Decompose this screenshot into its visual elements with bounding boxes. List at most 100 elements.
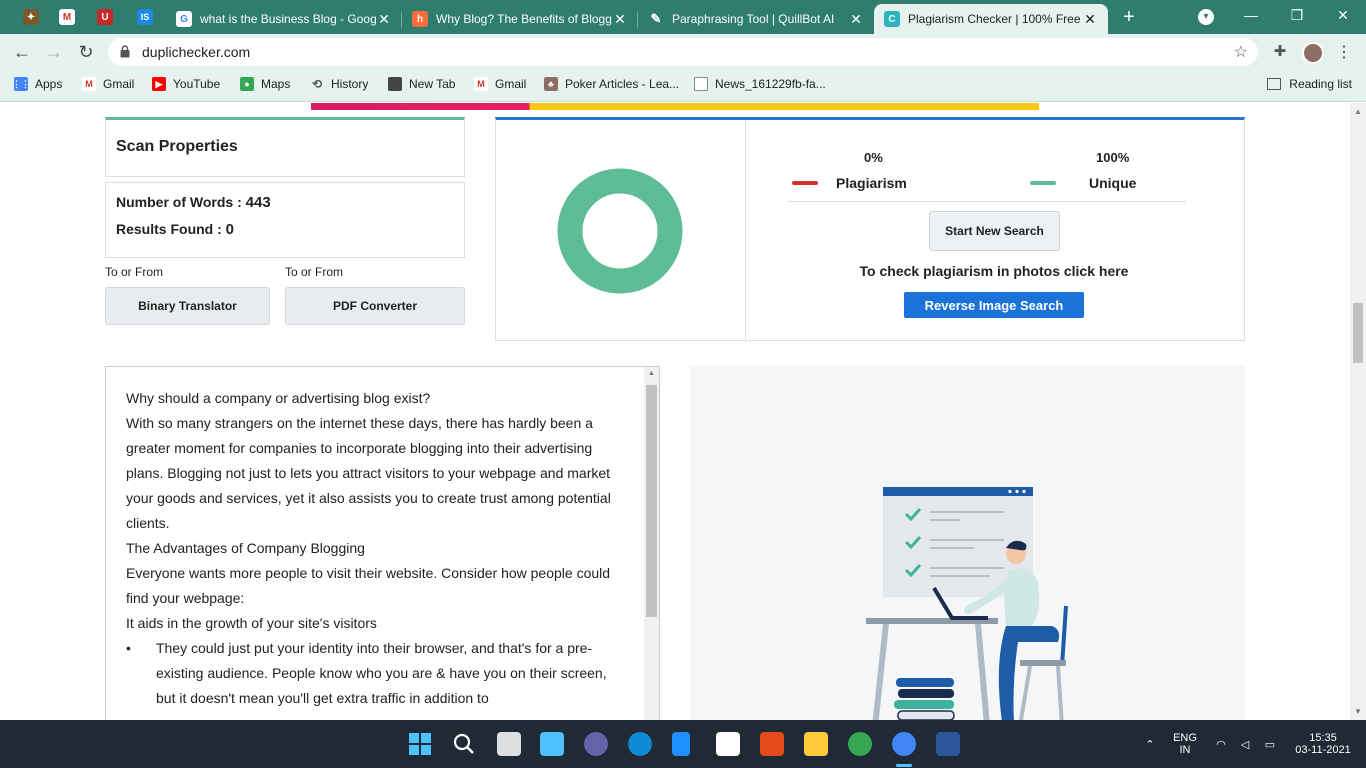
photo-check-note: To check plagiarism in photos click here [859, 263, 1129, 279]
folder-icon [388, 77, 402, 91]
wifi-icon[interactable]: ◠ [1212, 720, 1230, 768]
scroll-down-arrow-icon[interactable]: ▼ [1354, 707, 1362, 716]
menu-kebab-icon[interactable]: ⋮ [1336, 42, 1352, 62]
window-close-button[interactable]: ✕ [1320, 0, 1366, 32]
teams-chat-icon[interactable] [584, 732, 608, 756]
textarea-scrollbar[interactable]: ▲ [644, 367, 659, 720]
close-icon[interactable]: ✕ [376, 11, 392, 28]
textarea-content: Why should a company or advertising blog… [126, 386, 626, 711]
chrome-active-icon[interactable] [892, 732, 916, 756]
site-icon: ✦ [23, 9, 39, 25]
scan-properties-body: Number of Words : 443 Results Found : 0 [105, 182, 465, 258]
page-viewport: Scan Properties Number of Words : 443 Re… [0, 103, 1350, 720]
tab-business-blog[interactable]: G what is the Business Blog - Goog ✕ [166, 4, 402, 34]
windows-start-icon[interactable] [408, 732, 432, 756]
book-stack [896, 678, 954, 687]
textarea-scroll-thumb[interactable] [646, 385, 657, 617]
store-icon[interactable] [716, 732, 740, 756]
scan-properties-title: Scan Properties [116, 138, 238, 155]
scroll-up-arrow-icon[interactable]: ▲ [1354, 107, 1362, 116]
tab-plagiarism-checker[interactable]: C Plagiarism Checker | 100% Free ✕ [874, 4, 1108, 34]
back-arrow-icon[interactable]: ← [10, 40, 34, 64]
maps-pin-icon: ● [240, 77, 254, 91]
office-icon[interactable] [760, 732, 784, 756]
to-from-label: To or From [105, 265, 164, 279]
bookmark-star-icon[interactable]: ☆ [1234, 42, 1248, 62]
duplichecker-icon: C [884, 11, 900, 27]
bookmark-maps[interactable]: ● Maps [240, 77, 290, 91]
plagiarism-label: Plagiarism [836, 175, 907, 191]
donut-unique-arc [557, 168, 683, 294]
bookmark-new-tab[interactable]: New Tab [388, 77, 455, 91]
binary-translator-button[interactable]: Binary Translator [105, 287, 270, 325]
shield-icon: U [97, 9, 113, 25]
new-tab-button[interactable]: + [1118, 6, 1140, 28]
file-explorer-icon[interactable] [804, 732, 828, 756]
minimize-button[interactable]: — [1228, 0, 1274, 32]
results-found: Results Found : 0 [116, 221, 235, 238]
bookmark-youtube[interactable]: ▶ YouTube [152, 77, 220, 91]
restore-button[interactable]: ❐ [1274, 0, 1320, 32]
tab-title: Plagiarism Checker | 100% Free [908, 12, 1081, 26]
text-paragraph: Why should a company or advertising blog… [126, 390, 431, 406]
page-scroll-thumb[interactable] [1353, 303, 1363, 363]
page-scrollbar[interactable]: ▲ ▼ [1350, 103, 1366, 720]
chrome-icon[interactable] [848, 732, 872, 756]
tab-why-blog[interactable]: h Why Blog? The Benefits of Blogg ✕ [402, 4, 638, 34]
search-icon[interactable] [452, 732, 476, 756]
text-paragraph: The Advantages of Company Blogging [126, 540, 365, 556]
word-count: Number of Words : 443 [116, 194, 271, 211]
pinned-tab-gmail[interactable]: M [50, 4, 84, 30]
tab-search-icon[interactable]: ▾ [1198, 9, 1214, 25]
start-new-search-button[interactable]: Start New Search [929, 211, 1060, 251]
bookmark-history[interactable]: ⟲ History [310, 77, 368, 91]
bookmark-apps[interactable]: ⋮⋮ Apps [12, 77, 62, 91]
address-bar[interactable]: duplichecker.com ☆ [108, 38, 1258, 66]
reading-list-button[interactable]: Reading list [1267, 77, 1352, 91]
bookmark-gmail-2[interactable]: M Gmail [474, 77, 526, 91]
edge-icon[interactable] [628, 732, 652, 756]
tray-overflow-icon[interactable]: ⌃ [1142, 720, 1158, 768]
clock[interactable]: 15:35 03-11-2021 [1288, 720, 1358, 768]
language-indicator[interactable]: ENG IN [1168, 720, 1202, 768]
person-at-laptop-illustration [866, 487, 1068, 720]
bookmark-gmail[interactable]: M Gmail [82, 77, 134, 91]
pinned-tab-is[interactable]: IS [128, 4, 162, 30]
tab-quillbot[interactable]: ✎ Paraphrasing Tool | QuillBot AI ✕ [638, 4, 874, 34]
close-icon[interactable]: ✕ [612, 11, 628, 28]
is-icon: IS [137, 9, 153, 25]
youtube-icon: ▶ [152, 77, 166, 91]
widgets-icon[interactable] [540, 732, 564, 756]
scroll-up-arrow-icon[interactable]: ▲ [648, 370, 655, 377]
pdf-converter-button[interactable]: PDF Converter [285, 287, 465, 325]
pinned-tab-1[interactable]: ✦ [14, 4, 48, 30]
bullet-mark: • [126, 640, 131, 656]
google-icon: G [176, 11, 192, 27]
forward-arrow-icon[interactable]: → [42, 40, 66, 64]
profile-avatar[interactable] [1302, 42, 1324, 64]
bookmark-poker-articles[interactable]: ♣ Poker Articles - Lea... [544, 77, 679, 91]
task-view-icon[interactable] [497, 732, 521, 756]
text-paragraph: It aids in the growth of your site's vis… [126, 615, 377, 631]
gmail-icon: M [474, 77, 488, 91]
phone-link-icon[interactable] [672, 732, 690, 756]
close-icon[interactable]: ✕ [1082, 11, 1098, 28]
volume-icon[interactable]: ◁ [1236, 720, 1254, 768]
quill-icon: ✎ [650, 11, 662, 26]
word-icon[interactable] [936, 732, 960, 756]
document-icon [694, 77, 708, 91]
chair [1060, 605, 1068, 667]
bookmark-news[interactable]: News_161229fb-fa... [694, 77, 826, 91]
extensions-puzzle-icon[interactable]: ✚ [1270, 42, 1290, 62]
lock-icon [120, 45, 130, 58]
close-icon[interactable]: ✕ [848, 11, 864, 28]
reload-icon[interactable]: ↻ [74, 40, 98, 64]
pinned-tab-shield[interactable]: U [88, 4, 122, 30]
history-clock-icon: ⟲ [311, 77, 323, 91]
ad-banner[interactable] [311, 103, 1039, 110]
tab-title: Paraphrasing Tool | QuillBot AI [672, 12, 835, 26]
battery-icon[interactable]: ▭ [1260, 720, 1280, 768]
scan-properties-header: Scan Properties [105, 117, 465, 177]
content-textarea[interactable]: Why should a company or advertising blog… [105, 366, 660, 720]
reverse-image-search-button[interactable]: Reverse Image Search [904, 292, 1084, 318]
